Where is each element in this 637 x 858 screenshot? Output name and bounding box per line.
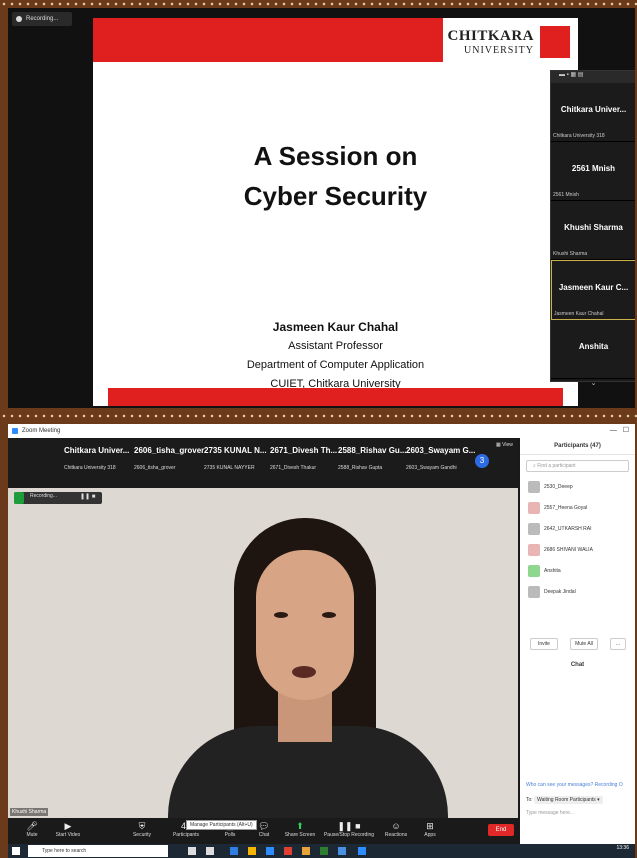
pause-icon: ❚❚ ■ xyxy=(337,821,361,831)
logo-name: CHITKARA xyxy=(447,28,534,44)
windows-start-icon[interactable] xyxy=(12,847,20,855)
avatar xyxy=(528,586,540,598)
chat-message-input[interactable]: Type message here... xyxy=(526,810,574,816)
strip-next-button[interactable]: 3 xyxy=(475,454,489,468)
speaker-eye xyxy=(322,612,336,618)
participant-strip: Chitkara Univer... Chitkara University 3… xyxy=(8,438,518,488)
zoom-window: Zoom Meeting — ☐ Chitkara Univer... Chit… xyxy=(8,424,635,858)
taskbar-app-icon[interactable] xyxy=(320,847,328,855)
strip-tile[interactable]: Chitkara Univer... Chitkara University 3… xyxy=(64,446,129,480)
video-tile[interactable]: Chitkara Univer... Chitkara University 3… xyxy=(551,83,635,142)
shield-icon xyxy=(14,492,24,504)
end-button[interactable]: End xyxy=(488,824,514,836)
video-camera-icon: ▶ xyxy=(64,821,72,831)
pause-recording-button[interactable]: ❚❚ ■ Pause/Stop Recording xyxy=(322,820,376,838)
taskbar-app-icon[interactable] xyxy=(230,847,238,855)
windows-taskbar: Type here to search 13:36 xyxy=(8,844,635,858)
logo-mark-icon xyxy=(540,26,570,58)
video-tile[interactable]: 2561 Mnish 2561 Mnish xyxy=(551,142,635,201)
taskbar-app-icon[interactable] xyxy=(188,847,196,855)
presenter-role: Assistant Professor xyxy=(288,340,383,352)
start-video-button[interactable]: ▶ Start Video xyxy=(48,820,88,838)
strip-tile[interactable]: 2588_Rishav Gu... 2588_Rishav Gupta xyxy=(338,446,406,480)
microphone-icon: 🎤︎ xyxy=(26,821,38,831)
participant-item[interactable]: 2530_Deeep xyxy=(520,477,635,498)
share-screen-icon: ⬆ xyxy=(296,821,304,831)
window-title: Zoom Meeting xyxy=(22,428,61,434)
taskbar-app-icon[interactable] xyxy=(206,847,214,855)
avatar xyxy=(528,502,540,514)
pause-stop-recording-icon[interactable]: ❚❚ ■ xyxy=(80,493,95,500)
presentation-slide: CHITKARA UNIVERSITY A Session on Cyber S… xyxy=(93,18,578,406)
chevron-down-icon[interactable]: ⌄ xyxy=(551,379,635,387)
taskbar-app-icon[interactable] xyxy=(338,847,346,855)
participant-item[interactable]: 2686 SHIVANI WALIA xyxy=(520,540,635,561)
video-tile[interactable]: Anshita xyxy=(551,320,635,379)
invite-button[interactable]: Invite xyxy=(530,638,558,650)
taskbar-app-icon[interactable] xyxy=(302,847,310,855)
meeting-toolbar: 🎤︎Mute ▶Start Video ⛨Security 47Particip… xyxy=(8,818,518,844)
university-logo: CHITKARA UNIVERSITY xyxy=(447,26,570,64)
chat-title: Chat xyxy=(570,662,585,668)
taskbar-app-icon[interactable] xyxy=(284,847,292,855)
strip-tile[interactable]: 2671_Divesh Th... 2671_Divesh Thakur xyxy=(270,446,337,480)
video-panel: ▬ ▪ ▦ ▤ Chitkara Univer... Chitkara Univ… xyxy=(550,70,635,387)
taskbar-app-icon[interactable] xyxy=(266,847,274,855)
participants-tooltip: Manage Participants (Alt+U) xyxy=(186,820,257,830)
logo-sub: UNIVERSITY xyxy=(464,45,534,56)
participants-title: Participants (47) xyxy=(520,438,635,455)
speaker-video: Recording... ❚❚ ■ Khushi Sharma xyxy=(8,488,518,818)
more-button[interactable]: ... xyxy=(610,638,626,650)
security-button[interactable]: ⛨ Security xyxy=(122,820,162,838)
video-tile[interactable]: Khushi Sharma Khushi Sharma xyxy=(551,201,635,260)
chat-recipient-select[interactable]: Waiting Room Participants ▾ xyxy=(534,796,603,804)
chat-visibility-link[interactable]: Who can see your messages? Recording O xyxy=(526,782,623,788)
taskbar-clock[interactable]: 13:36 xyxy=(616,845,629,851)
video-tile[interactable]: Jasmeen Kaur C... Jasmeen Kaur Chahal xyxy=(551,260,635,320)
taskbar-search-input[interactable]: Type here to search xyxy=(28,845,168,857)
avatar xyxy=(528,565,540,577)
shield-icon: ⛨ xyxy=(138,821,146,831)
mute-all-button[interactable]: Mute All xyxy=(570,638,598,650)
share-screen-button[interactable]: ⬆ Share Screen xyxy=(280,820,320,838)
participant-search-input[interactable]: ⌕ Find a participant xyxy=(526,460,629,472)
avatar xyxy=(528,523,540,535)
taskbar-app-icon[interactable] xyxy=(358,847,366,855)
participant-item[interactable]: Anshita xyxy=(520,561,635,582)
speaker-mouth xyxy=(292,666,316,678)
taskbar-app-icon[interactable] xyxy=(248,847,256,855)
strip-tile[interactable]: 2735 KUNAL N... 2735 KUNAL NAYYER xyxy=(204,446,267,480)
presenter-name: Jasmeen Kaur Chahal xyxy=(272,320,399,334)
speaker-label: Khushi Sharma xyxy=(10,808,49,816)
shared-screen-view: Recording... CHITKARA UNIVERSITY A Sessi… xyxy=(8,8,635,408)
strip-tile[interactable]: 2603_Swayam G... 2603_Swayam Gandhi xyxy=(406,446,475,480)
participant-item[interactable]: 2642_UTKARSH RAI xyxy=(520,519,635,540)
apps-button[interactable]: ⊞ Apps xyxy=(410,820,450,838)
strip-tile[interactable]: 2606_tisha_grover 2606_tisha_grover xyxy=(134,446,204,480)
participant-item[interactable]: 2557_Heena Goyal xyxy=(520,498,635,519)
chat-recipient: To: Waiting Room Participants ▾ xyxy=(526,796,603,804)
recording-indicator: Recording... xyxy=(12,12,72,26)
window-controls[interactable]: — ☐ xyxy=(610,424,629,438)
presenter-info: Jasmeen Kaur Chahal Assistant Professor … xyxy=(93,318,578,394)
presenter-dept: Department of Computer Application xyxy=(246,359,425,371)
avatar xyxy=(528,544,540,556)
record-icon xyxy=(16,16,22,22)
window-titlebar: Zoom Meeting — ☐ xyxy=(8,424,635,438)
slide-red-bar-bottom xyxy=(108,388,563,406)
mute-button[interactable]: 🎤︎ Mute xyxy=(12,820,52,838)
slide-title: A Session on Cyber Security xyxy=(243,141,428,211)
apps-icon: ⊞ xyxy=(426,821,434,831)
zoom-app-icon xyxy=(12,428,18,434)
speaker-eye xyxy=(274,612,288,618)
avatar xyxy=(528,481,540,493)
video-panel-toolbar[interactable]: ▬ ▪ ▦ ▤ xyxy=(551,71,635,83)
view-button[interactable]: ▦ View xyxy=(496,442,513,448)
slide-red-bar-top xyxy=(93,18,443,62)
side-panel: Participants (47) ⌕ Find a participant 2… xyxy=(520,438,635,844)
participant-item[interactable]: Deepak Jindal xyxy=(520,582,635,603)
